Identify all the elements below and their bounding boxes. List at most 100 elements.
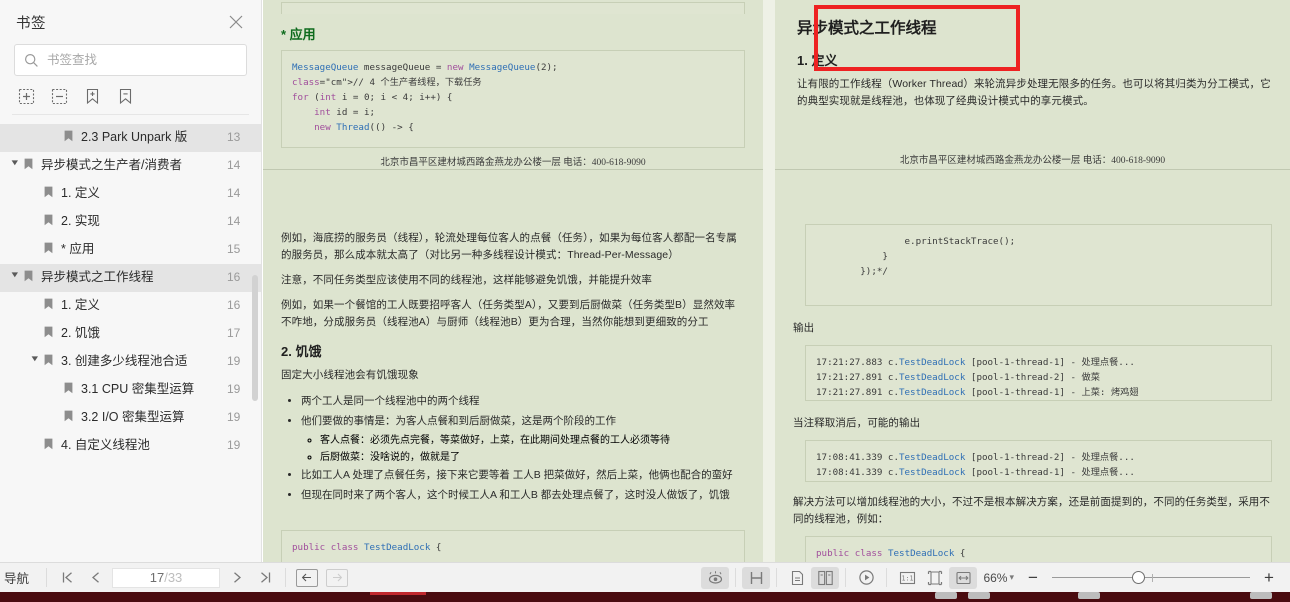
list-item: 比如工人A 处理了点餐任务，接下来它要等着 工人B 把菜做好，然后上菜，他俩也配… [301, 466, 745, 484]
bookmark-icon [41, 324, 55, 338]
bookmark-page-number: 14 [227, 156, 261, 176]
close-icon[interactable] [225, 11, 247, 33]
last-page-icon[interactable] [251, 567, 279, 589]
bookmark-item[interactable]: 3.1 CPU 密集型运算19 [0, 376, 261, 404]
zoom-in-button[interactable]: + [1260, 568, 1278, 588]
sidebar-divider [12, 114, 249, 115]
taskbar-icon[interactable] [1250, 592, 1272, 599]
output-block-2: 17:08:41.339 c.TestDeadLock [pool-1-thre… [805, 440, 1272, 482]
bookmark-item[interactable]: 2.3 Park Unpark 版13 [0, 124, 261, 152]
play-circle-icon[interactable] [852, 567, 880, 589]
toolbar-separator-5 [845, 568, 846, 587]
taskbar-icon[interactable] [968, 592, 990, 599]
document-viewer[interactable]: * 应用 MessageQueue messageQueue = new Mes… [263, 0, 1290, 572]
bookmark-item[interactable]: 3. 创建多少线程池合适19 [0, 348, 261, 376]
sub-list-item: 客人点餐：必须先点完餐，等菜做好，上菜，在此期间处理点餐的工人必须等待 [320, 432, 745, 449]
sidebar-scrollbar[interactable] [252, 275, 258, 401]
bookmark-item[interactable]: 1. 定义14 [0, 180, 261, 208]
remove-bookmark-icon[interactable] [117, 88, 134, 105]
nav-label: 导航 [0, 568, 40, 587]
bullet-list-hunger: 两个工人是同一个线程池中的两个线程他们要做的事情是：为客人点餐和到后厨做菜，这是… [281, 392, 745, 504]
bookmark-icon [41, 184, 55, 198]
bookmark-icon [41, 352, 55, 366]
bookmark-label: 1. 定义 [55, 296, 227, 315]
taskbar-icon[interactable] [1078, 592, 1100, 599]
paragraph-solution: 解决方法可以增加线程池的大小，不过不是根本解决方案，还是前面提到的，不同的任务类… [793, 494, 1272, 528]
bottom-toolbar: 导航 17 / 33 [0, 562, 1290, 592]
bookmark-item[interactable]: 4. 自定义线程池19 [0, 432, 261, 460]
bookmark-page-number: 14 [227, 184, 261, 204]
caret-down-icon[interactable] [8, 156, 21, 167]
bookmark-item[interactable]: 异步模式之生产者/消费者14 [0, 152, 261, 180]
heading-application: * 应用 [281, 24, 745, 43]
taskbar-icon[interactable] [935, 592, 957, 599]
heading-worker-thread: 异步模式之工作线程 [797, 16, 1272, 38]
bookmark-icon [21, 156, 35, 170]
collapse-all-icon[interactable] [51, 88, 68, 105]
list-item: 两个工人是同一个线程池中的两个线程 [301, 392, 745, 410]
label-output-2: 当注释取消后，可能的输出 [793, 415, 1272, 432]
page-number-input[interactable]: 17 / 33 [112, 568, 220, 588]
page-footer-left: 北京市昌平区建材城西路金燕龙办公楼一层 电话：400-618-9090 [281, 148, 745, 168]
page-boundary-right [775, 169, 1290, 170]
zoom-slider-knob[interactable] [1132, 571, 1145, 584]
bookmark-icon [41, 212, 55, 226]
bookmark-item[interactable]: 2. 实现14 [0, 208, 261, 236]
zoom-out-button[interactable]: − [1024, 568, 1042, 588]
bookmark-item[interactable]: 1. 定义16 [0, 292, 261, 320]
caret-down-icon[interactable] [8, 268, 21, 279]
bookmark-page-number: 14 [227, 212, 261, 232]
os-taskbar[interactable] [0, 592, 1290, 602]
bookmark-search-wrap [0, 44, 261, 76]
bookmark-icon [41, 436, 55, 450]
svg-text:1:1: 1:1 [901, 574, 913, 582]
bookmark-page-number: 19 [227, 436, 261, 456]
prev-page-icon[interactable] [81, 567, 109, 589]
bookmark-icon [21, 268, 35, 282]
single-page-icon[interactable] [783, 567, 811, 589]
bookmark-item[interactable]: * 应用15 [0, 236, 261, 264]
double-page-icon[interactable] [811, 567, 839, 589]
toolbar-separator-6 [886, 568, 887, 587]
sub-bullet-list: 客人点餐：必须先点完餐，等菜做好，上菜，在此期间处理点餐的工人必须等待后厨做菜：… [301, 432, 745, 466]
bookmark-item[interactable]: 异步模式之工作线程16 [0, 264, 261, 292]
eye-read-icon[interactable] [701, 567, 729, 589]
sub-list-item: 后厨做菜：没啥说的，做就是了 [320, 449, 745, 466]
fit-width-icon[interactable] [949, 567, 977, 589]
fit-page-icon[interactable] [921, 567, 949, 589]
bookmark-icon [61, 408, 75, 422]
bookmark-label: 2.3 Park Unpark 版 [75, 128, 227, 147]
bookmark-item[interactable]: 3.2 I/O 密集型运算19 [0, 404, 261, 432]
search-input[interactable] [47, 53, 237, 67]
paragraph-fixed-pool: 固定大小线程池会有饥饿现象 [281, 367, 745, 384]
zoom-level-label[interactable]: 66% [983, 571, 1007, 585]
bookmark-icon [61, 380, 75, 394]
next-page-icon[interactable] [223, 567, 251, 589]
zoom-slider[interactable] [1052, 571, 1250, 585]
bookmark-item[interactable]: 2. 饥饿17 [0, 320, 261, 348]
page-boundary-left [263, 169, 763, 170]
bookmark-page-number: 13 [227, 128, 261, 148]
page-gap [763, 0, 775, 572]
bookmark-page-number: 15 [227, 240, 261, 260]
fit-height-icon[interactable] [742, 567, 770, 589]
taskbar-accent [370, 592, 426, 595]
actual-size-1-1-icon[interactable]: 1:1 [893, 567, 921, 589]
add-bookmark-icon[interactable] [84, 88, 101, 105]
bookmark-label: 3. 创建多少线程池合适 [55, 352, 227, 371]
chevron-down-icon[interactable]: ▾ [1009, 572, 1014, 583]
bookmark-search-box[interactable] [14, 44, 247, 76]
first-page-icon[interactable] [53, 567, 81, 589]
back-arrow-icon[interactable] [296, 569, 318, 587]
code-block-top-partial [281, 2, 745, 14]
bookmark-icon [61, 128, 75, 142]
paragraph-example-2: 例如，如果一个餐馆的工人既要招呼客人（任务类型A），又要到后厨做菜（任务类型B）… [281, 297, 745, 331]
bookmark-tree[interactable]: 2.3 Park Unpark 版13异步模式之生产者/消费者141. 定义14… [0, 118, 261, 572]
expand-all-icon[interactable] [18, 88, 35, 105]
paragraph-note: 注意，不同任务类型应该使用不同的线程池，这样能够避免饥饿，并能提升效率 [281, 272, 745, 289]
zoom-slider-track [1052, 577, 1250, 578]
forward-arrow-icon[interactable] [326, 569, 348, 587]
caret-down-icon[interactable] [28, 352, 41, 363]
page-current: 17 [150, 570, 164, 585]
bookmark-label: 3.1 CPU 密集型运算 [75, 380, 227, 399]
